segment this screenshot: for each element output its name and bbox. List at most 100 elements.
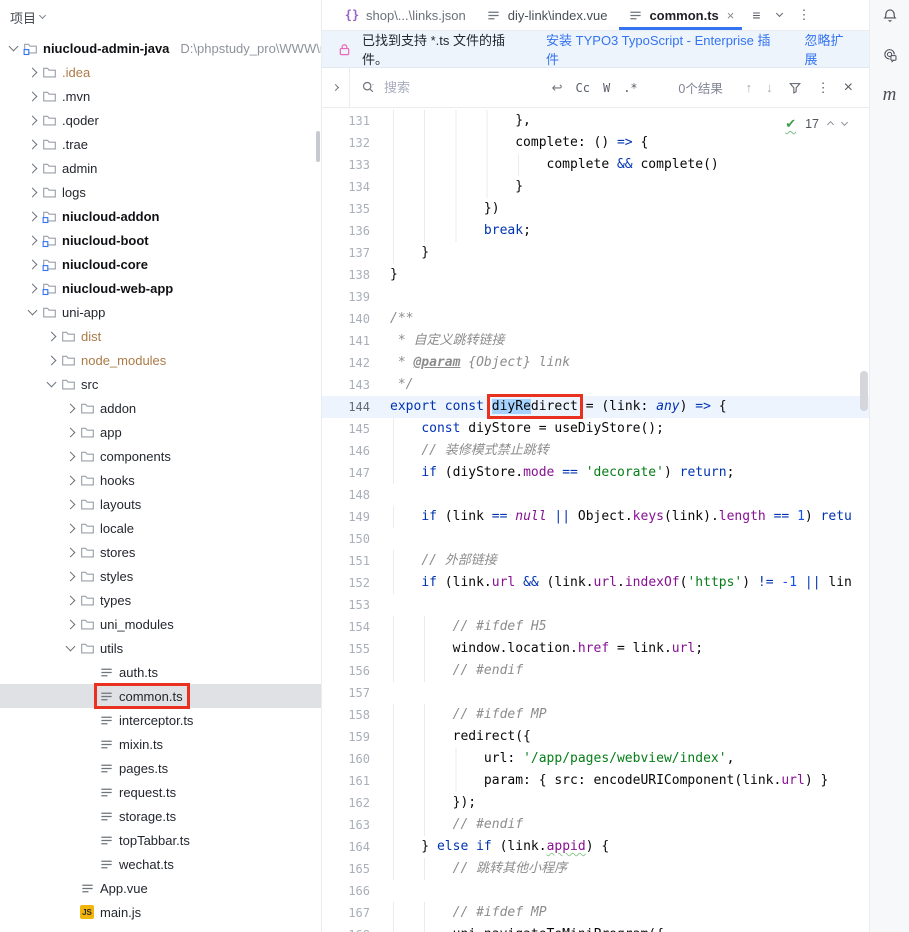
match-case-toggle[interactable]: Cc bbox=[576, 81, 590, 95]
chevron-right-icon[interactable] bbox=[28, 283, 38, 293]
chevron-right-icon[interactable] bbox=[66, 475, 76, 485]
tab-diy-link-index.vue[interactable]: diy-link\index.vue bbox=[476, 0, 618, 30]
chevron-right-icon[interactable] bbox=[28, 235, 38, 245]
tree-item-niucloud-core[interactable]: niucloud-core bbox=[0, 252, 321, 276]
chevron-right-icon[interactable] bbox=[28, 67, 38, 77]
tree-item-.mvn[interactable]: .mvn bbox=[0, 84, 321, 108]
tree-item-uni-modules[interactable]: uni_modules bbox=[0, 612, 321, 636]
tree-item-niucloud-web-app[interactable]: niucloud-web-app bbox=[0, 276, 321, 300]
whole-words-toggle[interactable]: W bbox=[603, 81, 610, 95]
tree-item-interceptor.ts[interactable]: interceptor.ts bbox=[0, 708, 321, 732]
tab-list-icon[interactable]: ≡ bbox=[752, 7, 760, 23]
tree-item-niucloud-addon[interactable]: niucloud-addon bbox=[0, 204, 321, 228]
tree-item-label: App.vue bbox=[100, 881, 148, 896]
chevron-right-icon[interactable] bbox=[66, 427, 76, 437]
tree-item-wechat.ts[interactable]: wechat.ts bbox=[0, 852, 321, 876]
tree-item-src[interactable]: src bbox=[0, 372, 321, 396]
tree-item-.trae[interactable]: .trae bbox=[0, 132, 321, 156]
tree-item-node-modules[interactable]: node_modules bbox=[0, 348, 321, 372]
tree-item-admin[interactable]: admin bbox=[0, 156, 321, 180]
code-line-164: 164 } else if (link.appid) { bbox=[322, 836, 869, 858]
tree-item-logs[interactable]: logs bbox=[0, 180, 321, 204]
tree-item-dist[interactable]: dist bbox=[0, 324, 321, 348]
chevron-right-icon[interactable] bbox=[28, 115, 38, 125]
tab-shop-...-links.json[interactable]: {}shop\...\links.json bbox=[334, 0, 476, 30]
search-input[interactable] bbox=[384, 80, 544, 95]
code-editor[interactable]: 131 },132 complete: () => {133 complete … bbox=[322, 108, 869, 932]
chevron-right-icon[interactable] bbox=[66, 451, 76, 461]
chevron-right-icon[interactable] bbox=[28, 187, 38, 197]
tab-common.ts[interactable]: common.ts× bbox=[617, 0, 744, 30]
inspection-widget[interactable]: ✔ 17 bbox=[781, 114, 851, 134]
next-occurrence-icon[interactable]: ↓ bbox=[766, 80, 773, 95]
tree-item-app.vue[interactable]: App.vue bbox=[0, 876, 321, 900]
tree-item-common.ts[interactable]: common.ts bbox=[0, 684, 321, 708]
regex-toggle[interactable]: .* bbox=[623, 81, 637, 95]
tree-item-main.js[interactable]: JSmain.js bbox=[0, 900, 321, 924]
tree-item-styles[interactable]: styles bbox=[0, 564, 321, 588]
chevron-right-icon[interactable] bbox=[66, 619, 76, 629]
chevron-right-icon[interactable] bbox=[47, 355, 57, 365]
tree-item-addon[interactable]: addon bbox=[0, 396, 321, 420]
chevron-down-icon[interactable] bbox=[47, 378, 57, 388]
tree-item-pages.ts[interactable]: pages.ts bbox=[0, 756, 321, 780]
tree-item-niucloud-boot[interactable]: niucloud-boot bbox=[0, 228, 321, 252]
tree-item-request.ts[interactable]: request.ts bbox=[0, 780, 321, 804]
chevron-right-icon[interactable] bbox=[66, 499, 76, 509]
code-line-154: 154 // #ifdef H5 bbox=[322, 616, 869, 638]
project-panel-header[interactable]: 项目 bbox=[0, 0, 321, 34]
tree-item-app[interactable]: app bbox=[0, 420, 321, 444]
search-more-icon[interactable]: ⋮ bbox=[817, 80, 830, 96]
chevron-right-icon[interactable] bbox=[28, 91, 38, 101]
newline-icon[interactable]: ↩ bbox=[552, 80, 563, 96]
tree-item-niucloud-admin-java[interactable]: niucloud-admin-javaD:\phpstudy_pro\WWW\n bbox=[0, 36, 321, 60]
chevron-right-icon[interactable] bbox=[47, 331, 57, 341]
editor-scrollbar[interactable] bbox=[860, 371, 868, 411]
chevron-right-icon[interactable] bbox=[28, 163, 38, 173]
chevron-right-icon[interactable] bbox=[66, 571, 76, 581]
chevron-down-icon[interactable] bbox=[66, 642, 76, 652]
tree-item-components[interactable]: components bbox=[0, 444, 321, 468]
line-number: 135 bbox=[322, 202, 370, 216]
tree-item-uni-app[interactable]: uni-app bbox=[0, 300, 321, 324]
chevron-right-icon[interactable] bbox=[66, 547, 76, 557]
tree-item-toptabbar.ts[interactable]: topTabbar.ts bbox=[0, 828, 321, 852]
tree-item-.idea[interactable]: .idea bbox=[0, 60, 321, 84]
chevron-right-icon[interactable] bbox=[28, 211, 38, 221]
chevron-right-icon[interactable] bbox=[66, 403, 76, 413]
tree-item-locale[interactable]: locale bbox=[0, 516, 321, 540]
project-tree-scrollbar[interactable] bbox=[316, 131, 320, 162]
chevron-down-icon[interactable] bbox=[776, 10, 783, 17]
install-plugin-link[interactable]: 安装 TYPO3 TypoScript - Enterprise 插件 bbox=[546, 30, 776, 68]
tree-item-auth.ts[interactable]: auth.ts bbox=[0, 660, 321, 684]
folder-icon bbox=[79, 568, 95, 584]
ai-assistant-icon[interactable] bbox=[882, 46, 898, 62]
expand-find-icon[interactable] bbox=[322, 68, 350, 107]
tree-item-storage.ts[interactable]: storage.ts bbox=[0, 804, 321, 828]
chevron-up-icon[interactable] bbox=[827, 120, 834, 127]
more-options-icon[interactable]: ⋮ bbox=[798, 7, 811, 23]
search-field[interactable]: ↩ Cc W .* bbox=[350, 80, 662, 96]
chevron-right-icon[interactable] bbox=[66, 595, 76, 605]
chevron-right-icon[interactable] bbox=[66, 523, 76, 533]
chevron-down-icon[interactable] bbox=[9, 42, 19, 52]
chevron-down-icon[interactable] bbox=[841, 119, 848, 126]
code-line-144: 144export const diyRedirect = (link: any… bbox=[322, 396, 869, 418]
chevron-down-icon[interactable] bbox=[28, 306, 38, 316]
tree-item-layouts[interactable]: layouts bbox=[0, 492, 321, 516]
ignore-extension-link[interactable]: 忽略扩展 bbox=[805, 30, 855, 68]
chevron-right-icon[interactable] bbox=[28, 139, 38, 149]
mermaid-plugin-icon[interactable]: m bbox=[883, 84, 897, 106]
tree-item-stores[interactable]: stores bbox=[0, 540, 321, 564]
close-search-icon[interactable]: × bbox=[844, 79, 853, 97]
tree-item-mixin.ts[interactable]: mixin.ts bbox=[0, 732, 321, 756]
tree-item-hooks[interactable]: hooks bbox=[0, 468, 321, 492]
chevron-right-icon[interactable] bbox=[28, 259, 38, 269]
previous-occurrence-icon[interactable]: ↑ bbox=[746, 80, 753, 95]
tree-item-types[interactable]: types bbox=[0, 588, 321, 612]
tree-item-.qoder[interactable]: .qoder bbox=[0, 108, 321, 132]
close-tab-icon[interactable]: × bbox=[727, 8, 735, 23]
filter-icon[interactable] bbox=[787, 80, 803, 96]
tree-item-utils[interactable]: utils bbox=[0, 636, 321, 660]
notifications-bell-icon[interactable] bbox=[882, 8, 898, 24]
